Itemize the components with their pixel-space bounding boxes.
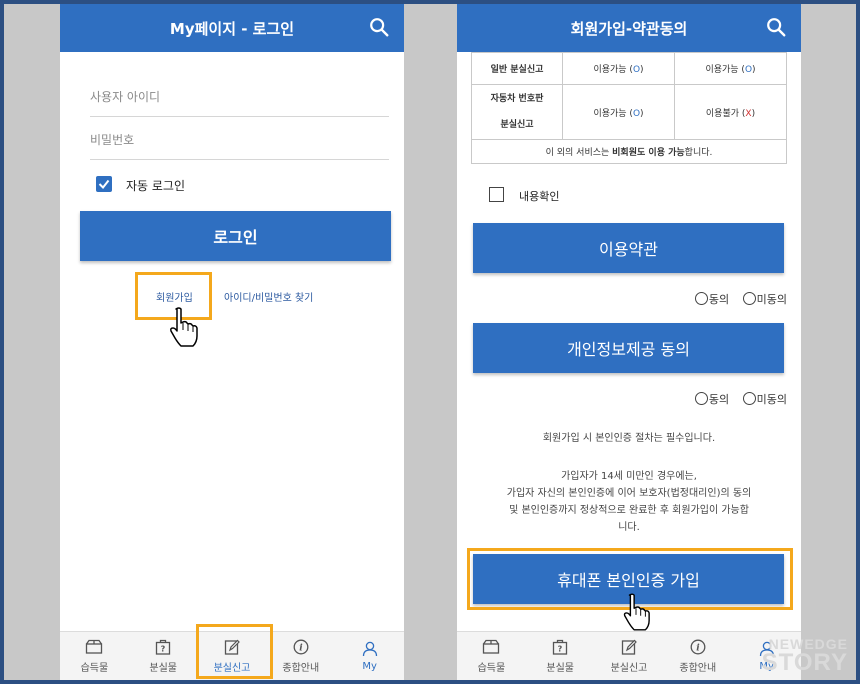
pointer-hand-icon [170, 307, 198, 347]
table-cell-label: 일반 분실신고 [471, 52, 563, 85]
svg-text:i: i [696, 643, 700, 653]
login-button[interactable]: 로그인 [80, 211, 391, 261]
terms-agree-radio[interactable]: 동의 [694, 292, 729, 306]
privacy-radio-group: 동의 미동의 [694, 391, 787, 407]
question-bag-icon: ? [553, 639, 568, 655]
screenshot-frame: My페이지 - 로그인 사용자 아이디 비밀번호 자동 로그인 로그인 회원가입… [0, 0, 860, 684]
lost-report-highlight-box [196, 624, 273, 679]
table-cell: 이용불가 (X) [674, 84, 787, 140]
privacy-disagree-radio[interactable]: 미동의 [742, 392, 787, 406]
signup-terms-screen: 회원가입-약관동의 일반 분실신고 이용가능 (O) 이용가능 (O) 자동차 … [457, 4, 801, 680]
nav-label: 습득물 [80, 662, 109, 674]
svg-text:?: ? [558, 644, 563, 653]
newedge-story-watermark: NEWEDGE STORY [761, 636, 848, 676]
nav-label: 종합안내 [282, 662, 320, 674]
box-icon [483, 639, 500, 654]
table-cell: 이용가능 (O) [674, 52, 787, 85]
password-placeholder: 비밀번호 [90, 132, 135, 147]
content-confirm-checkbox[interactable] [489, 187, 504, 202]
terms-button[interactable]: 이용약관 [473, 223, 784, 273]
terms-radio-group: 동의 미동의 [694, 291, 787, 307]
content-confirm-label: 내용확인 [519, 190, 560, 203]
info-icon: i [690, 639, 706, 654]
nav-found-items[interactable]: 습득물 [60, 632, 129, 680]
privacy-agree-radio[interactable]: 동의 [694, 392, 729, 406]
user-icon [362, 641, 377, 656]
nav-label: 분실물 [546, 662, 574, 674]
box-icon [86, 639, 103, 654]
nav-label: My [362, 660, 377, 672]
nav-label: 종합안내 [679, 662, 717, 674]
membership-service-table: 일반 분실신고 이용가능 (O) 이용가능 (O) 자동차 번호판 분실신고 이용… [471, 52, 787, 164]
verification-notice: 회원가입 시 본인인증 절차는 필수입니다. [542, 433, 716, 444]
search-icon[interactable] [765, 16, 787, 38]
auto-login-checkbox[interactable] [96, 176, 112, 192]
svg-text:i: i [299, 643, 303, 653]
login-screen: My페이지 - 로그인 사용자 아이디 비밀번호 자동 로그인 로그인 회원가입… [60, 4, 404, 680]
nav-my[interactable]: My [335, 632, 404, 680]
table-cell: 이용가능 (O) [562, 84, 675, 140]
login-appbar: My페이지 - 로그인 [60, 4, 404, 52]
auto-login-label: 자동 로그인 [126, 179, 186, 193]
user-id-input[interactable]: 사용자 아이디 [90, 76, 389, 117]
nav-lost-report[interactable]: 분실신고 [595, 632, 664, 680]
nav-label: 분실물 [149, 662, 177, 674]
table-footer: 이 외의 서비스는 비회원도 이용 가능합니다. [471, 139, 787, 164]
user-id-placeholder: 사용자 아이디 [90, 89, 161, 104]
info-icon: i [293, 639, 309, 654]
minor-signup-notice: 가입자가 14세 미만인 경우에는, 가입자 자신의 본인인증에 이어 보호자(… [506, 471, 752, 533]
page-title: 회원가입-약관동의 [570, 19, 688, 38]
table-row: 일반 분실신고 이용가능 (O) 이용가능 (O) [471, 52, 787, 85]
nav-general-info[interactable]: i 종합안내 [266, 632, 335, 680]
table-row: 자동차 번호판 분실신고 이용가능 (O) 이용불가 (X) [471, 84, 787, 140]
terms-disagree-radio[interactable]: 미동의 [742, 292, 787, 306]
table-row: 이 외의 서비스는 비회원도 이용 가능합니다. [471, 139, 787, 164]
nav-label: 분실신고 [610, 662, 648, 674]
watermark-line: STORY [761, 649, 848, 676]
nav-found-items[interactable]: 습득물 [457, 632, 526, 680]
nav-general-info[interactable]: i 종합안내 [663, 632, 732, 680]
pointer-hand-icon [623, 593, 650, 631]
password-input[interactable]: 비밀번호 [90, 119, 389, 160]
nav-label: 습득물 [477, 662, 506, 674]
nav-lost-items[interactable]: ? 분실물 [526, 632, 595, 680]
bottom-nav: 습득물 ? 분실물 분실신고 i 종합안내 My [457, 631, 801, 680]
find-id-password-link[interactable]: 아이디/비밀번호 찾기 [224, 289, 313, 304]
table-cell-label: 자동차 번호판 분실신고 [471, 84, 563, 140]
question-bag-icon: ? [156, 639, 171, 655]
table-cell: 이용가능 (O) [562, 52, 675, 85]
signup-appbar: 회원가입-약관동의 [457, 4, 801, 52]
search-icon[interactable] [368, 16, 390, 38]
nav-lost-items[interactable]: ? 분실물 [129, 632, 198, 680]
svg-text:?: ? [161, 644, 166, 653]
page-title: My페이지 - 로그인 [169, 19, 295, 38]
privacy-consent-button[interactable]: 개인정보제공 동의 [473, 323, 784, 373]
edit-icon [621, 639, 637, 655]
